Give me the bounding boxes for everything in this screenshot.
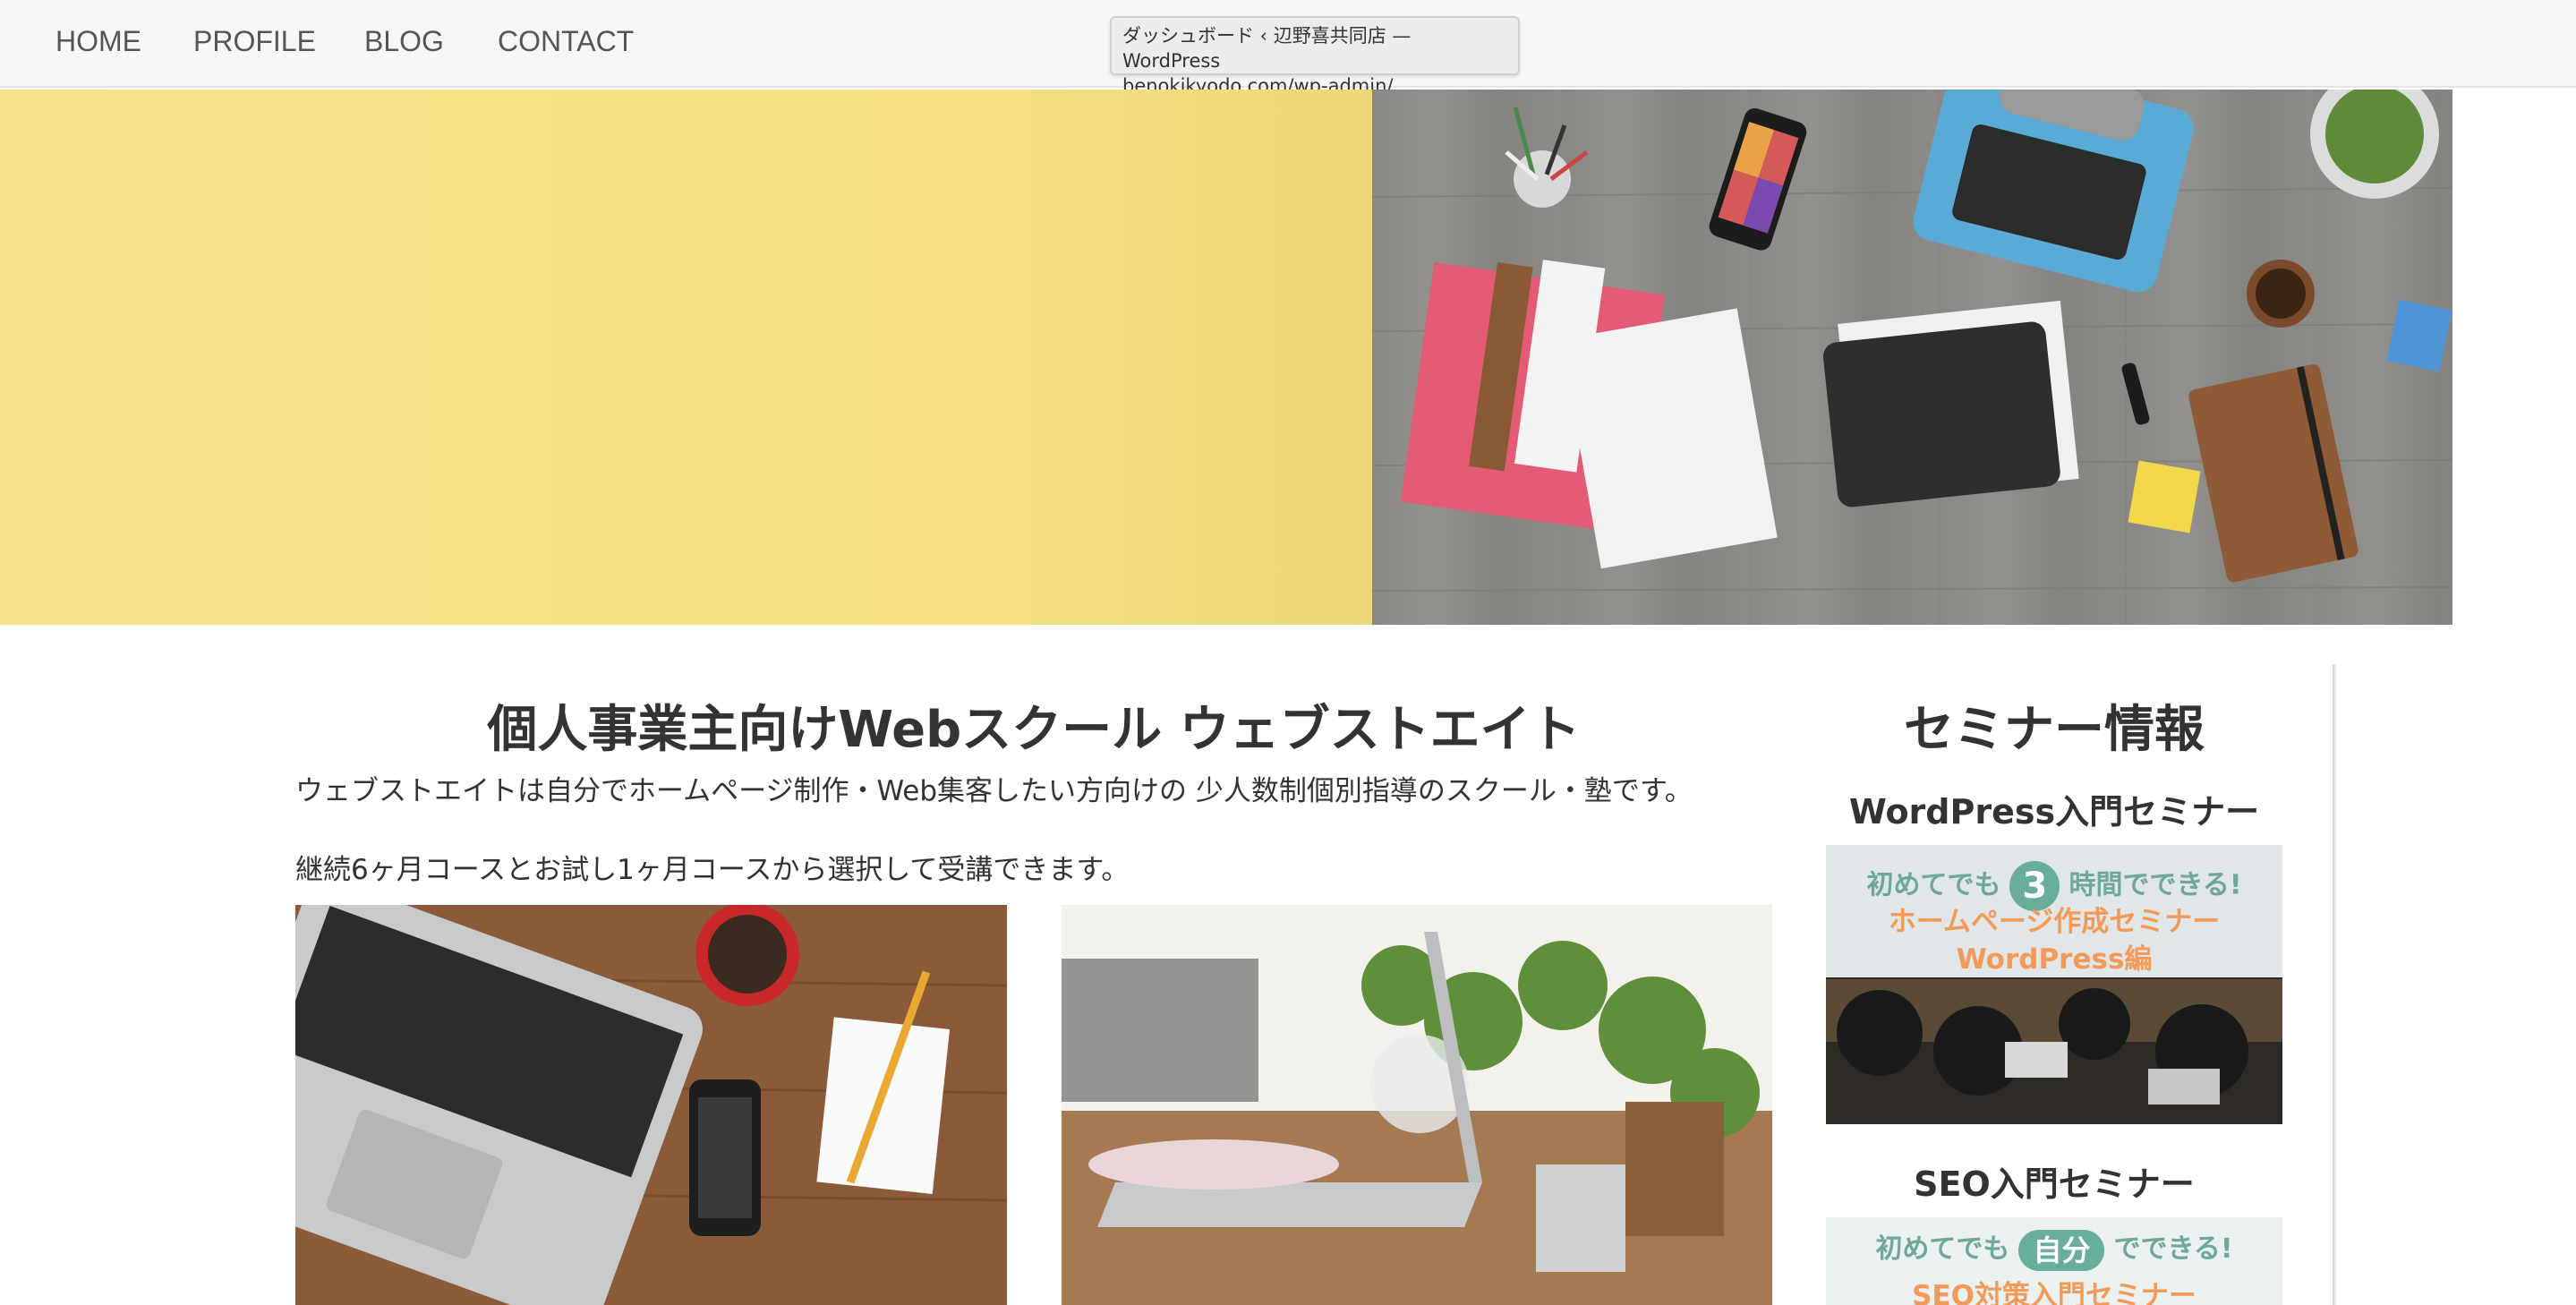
laptop-desk-photo [295, 905, 1007, 1305]
desk-objects-illustration [1372, 90, 2452, 592]
sidebar-divider [2333, 664, 2336, 1305]
laptop-typing-illustration [1062, 905, 1772, 1305]
banner-post-text: でできる! [2113, 1233, 2233, 1265]
course-text: 継続6ヶ月コースとお試し1ヶ月コースから選択して受講できます。 [295, 854, 1130, 886]
wordpress-seminar-banner[interactable]: 初めてでも 3 時間でできる! ホームページ作成セミナー WordPress編 [1826, 845, 2282, 1124]
banner-subtitle: SEO対策入門セミナー [1912, 1280, 2196, 1305]
banner-headline: 初めてでも 自分 でできる! [1826, 1226, 2282, 1271]
link-tooltip: ダッシュボード ‹ 辺野喜共同店 — WordPress benokikyodo… [1110, 16, 1520, 97]
seminar-heading-wordpress: WordPress入門セミナー [1848, 792, 2260, 832]
hero-desk-photo [1372, 90, 2452, 625]
hero-yellow-panel [0, 90, 1372, 625]
banner-edition: WordPress編 [1956, 943, 2153, 976]
sidebar-title: セミナー情報 [1904, 701, 2205, 759]
banner-text-panel: 初めてでも 自分 でできる! SEO対策入門セミナー [1826, 1217, 2282, 1305]
banner-post-text: 時間でできる! [2068, 869, 2242, 901]
page-title: 個人事業主向けWebスクール ウェブストエイト [487, 701, 1581, 759]
nav-blog-link[interactable]: BLOG [364, 25, 444, 58]
laptop-top-view-illustration [295, 905, 1007, 1305]
banner-pre-text: 初めてでも [1875, 1233, 2010, 1265]
nav-home-link[interactable]: HOME [55, 25, 141, 58]
banner-highlight: 自分 [2018, 1229, 2105, 1271]
nav-profile-link[interactable]: PROFILE [193, 25, 316, 58]
intro-text: ウェブストエイトは自分でホームページ制作・Web集客したい方向けの 少人数制個別… [295, 775, 1693, 807]
banner-pre-text: 初めてでも [1866, 869, 2001, 901]
nav-contact-link[interactable]: CONTACT [498, 25, 634, 58]
hero-banner-image [0, 90, 2452, 625]
seo-seminar-banner[interactable]: 初めてでも 自分 でできる! SEO対策入門セミナー [1826, 1217, 2282, 1305]
seminar-heading-seo: SEO入門セミナー [1914, 1164, 2195, 1204]
laptop-plants-photo [1062, 905, 1772, 1305]
tooltip-title: ダッシュボード ‹ 辺野喜共同店 — WordPress [1122, 25, 1412, 72]
banner-text-panel: 初めてでも 3 時間でできる! ホームページ作成セミナー WordPress編 [1826, 845, 2282, 977]
banner-subtitle: ホームページ作成セミナー [1888, 906, 2221, 938]
